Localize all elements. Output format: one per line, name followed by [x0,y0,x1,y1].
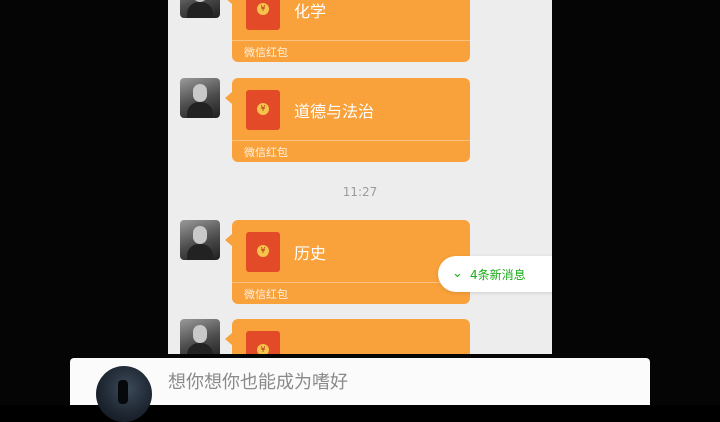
red-envelope-icon: ¥ [246,90,280,130]
message-row: ¥ [180,319,480,354]
chat-timestamp: 11:27 [342,185,378,199]
double-chevron-down-icon: ⌄ [452,266,463,281]
red-packet-bubble[interactable]: ¥ 化学 微信红包 [225,0,470,62]
new-messages-label: 4条新消息 [470,268,526,282]
red-packet-title: 道德与法治 [294,102,375,121]
new-messages-button[interactable]: ⌄ 4条新消息 [438,256,552,292]
sender-avatar[interactable] [180,220,220,260]
commenter-avatar[interactable] [96,366,152,422]
red-packet-bubble[interactable]: ¥ 道德与法治 微信红包 [225,78,470,162]
red-packet-title: 化学 [294,2,327,21]
chat-screen: ¥ 化学 微信红包 ¥ 道德与法治 微信红包 11:27 ¥ 历史 微信红包 ¥ [168,0,552,354]
red-envelope-icon: ¥ [246,331,280,354]
red-packet-bubble[interactable]: ¥ [225,319,470,354]
red-packet-label: 微信红包 [244,288,288,301]
comment-bar: 想你想你也能成为嗜好 [70,358,650,422]
red-packet-title: 历史 [294,244,327,263]
red-packet-bubble[interactable]: ¥ 历史 微信红包 [225,220,470,304]
message-row: ¥ 道德与法治 微信红包 [180,78,480,164]
sender-avatar[interactable] [180,319,220,354]
red-packet-label: 微信红包 [244,146,288,159]
message-row: ¥ 历史 微信红包 [180,220,480,306]
message-row: ¥ 化学 微信红包 [180,0,480,64]
sender-avatar[interactable] [180,0,220,18]
sender-avatar[interactable] [180,78,220,118]
red-envelope-icon: ¥ [246,0,280,30]
comment-text: 想你想你也能成为嗜好 [168,372,348,393]
red-packet-label: 微信红包 [244,46,288,59]
red-envelope-icon: ¥ [246,232,280,272]
